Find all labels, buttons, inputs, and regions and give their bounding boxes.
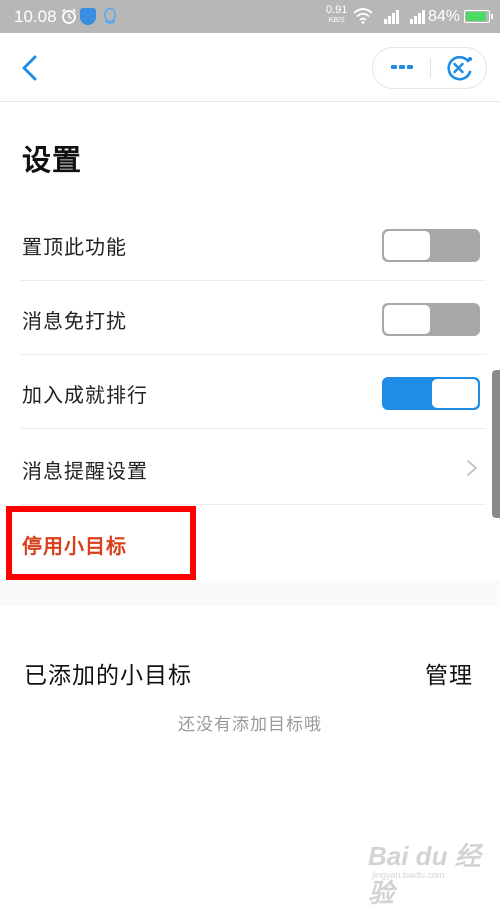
settings-row-label: 置顶此功能	[22, 235, 127, 259]
toggle-knob	[384, 231, 430, 260]
close-target-icon	[447, 55, 472, 81]
added-goals-title: 已添加的小目标	[24, 663, 192, 689]
do-not-disturb-toggle[interactable]	[382, 303, 480, 336]
qq-icon	[104, 7, 116, 24]
settings-row-label: 消息免打扰	[22, 309, 127, 333]
shield-icon	[80, 8, 96, 25]
pin-top-toggle[interactable]	[382, 229, 480, 262]
settings-row-join-ranking: 加入成就排行	[0, 355, 500, 429]
watermark: Bai du 经验 jingyan.baidu.com	[368, 836, 496, 908]
row-divider	[20, 428, 486, 429]
network-speed: 0.91 KB/S	[326, 5, 347, 26]
watermark-domain: jingyan.baidu.com	[372, 870, 445, 880]
mini-program-capsule	[372, 47, 487, 89]
network-speed-value: 0.91	[326, 4, 348, 16]
more-dots-icon	[391, 65, 413, 69]
nav-bar	[0, 33, 500, 102]
more-button[interactable]	[373, 48, 430, 88]
network-speed-unit: KB/S	[328, 17, 345, 24]
back-button[interactable]	[16, 53, 46, 83]
settings-row-pin-top: 置顶此功能	[0, 207, 500, 281]
battery-level	[466, 12, 487, 21]
join-ranking-toggle[interactable]	[382, 377, 480, 410]
battery-percent: 84%	[428, 8, 461, 25]
page-title: 设置	[22, 143, 83, 177]
scrollbar[interactable]	[492, 370, 500, 518]
settings-row-label: 消息提醒设置	[22, 459, 148, 483]
toggle-knob	[384, 305, 430, 334]
status-time: 10.08	[14, 7, 57, 26]
toggle-knob	[432, 379, 478, 408]
wifi-icon	[353, 8, 373, 24]
settings-row-notification-settings[interactable]: 消息提醒设置	[0, 431, 500, 505]
manage-button[interactable]: 管理	[425, 656, 473, 690]
chevron-right-icon	[467, 460, 477, 476]
highlight-box	[6, 506, 196, 580]
settings-row-do-not-disturb: 消息免打扰	[0, 281, 500, 355]
settings-row-label: 加入成就排行	[22, 383, 148, 407]
close-button[interactable]	[431, 48, 487, 88]
alarm-icon	[62, 8, 76, 24]
signal-icon	[384, 10, 399, 24]
row-divider	[20, 504, 486, 505]
battery-icon	[464, 10, 493, 23]
chevron-left-icon	[22, 55, 37, 81]
section-spacer	[0, 580, 500, 606]
empty-goals-text: 还没有添加目标哦	[178, 715, 322, 735]
signal-4g-icon	[410, 10, 425, 24]
status-bar: 10.08 0.91 KB/S 84%	[0, 0, 500, 33]
